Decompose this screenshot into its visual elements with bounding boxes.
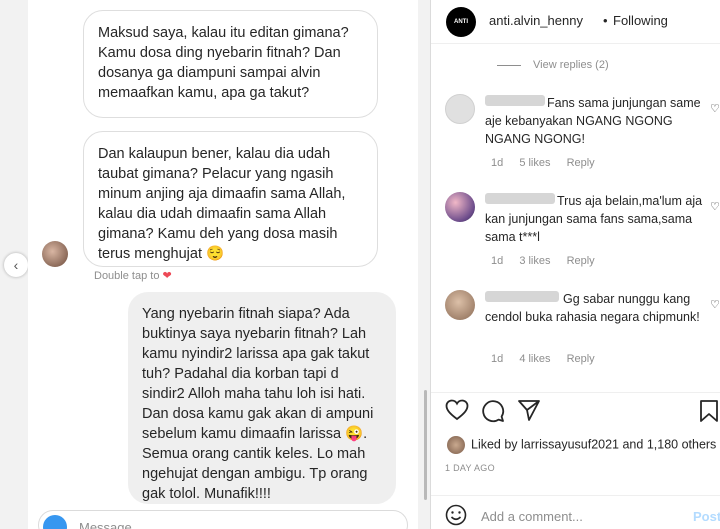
like-icon[interactable]	[445, 399, 469, 426]
comment-meta: 1d 5 likes Reply	[491, 157, 608, 169]
comment-text: Gg sabar nunggu kang cendol buka rahasia…	[485, 292, 700, 324]
emoji-icon[interactable]	[445, 504, 467, 529]
sender-avatar	[42, 241, 68, 267]
comment-meta: 1d 3 likes Reply	[491, 255, 608, 267]
reply-button[interactable]: Reply	[567, 255, 595, 267]
view-replies-link[interactable]: View replies (2)	[497, 59, 609, 71]
comment-age: 1d	[491, 255, 504, 267]
reply-button[interactable]: Reply	[567, 353, 595, 365]
comment-icon[interactable]	[481, 399, 505, 428]
account-username[interactable]: anti.alvin_henny	[489, 13, 583, 28]
share-icon[interactable]	[517, 399, 541, 426]
chat-thread: Maksud saya, kalau itu editan gimana? Ka…	[28, 0, 427, 529]
comment-text: Fans sama junjungan same aje kebanyakan …	[485, 96, 701, 146]
liked-by-user[interactable]: larrissayusuf2021	[521, 437, 619, 451]
received-message-2: Dan kalaupun bener, kalau dia udah tauba…	[83, 131, 378, 267]
received-message-1: Maksud saya, kalau itu editan gimana? Ka…	[83, 10, 378, 118]
sent-message: Yang nyebarin fitnah siapa? Ada buktinya…	[128, 292, 396, 504]
liker-avatar	[447, 436, 465, 454]
commenter-avatar[interactable]	[445, 94, 475, 124]
commenter-avatar[interactable]	[445, 192, 475, 222]
account-avatar[interactable]: ANTI	[446, 7, 476, 37]
reply-button[interactable]: Reply	[567, 157, 595, 169]
camera-icon[interactable]	[43, 515, 67, 529]
commenter-avatar[interactable]	[445, 290, 475, 320]
chevron-left-icon[interactable]: ‹	[4, 253, 28, 277]
comment-likes[interactable]: 4 likes	[519, 353, 550, 365]
heart-icon[interactable]: ♡	[710, 200, 720, 213]
message-placeholder: Message...	[79, 520, 143, 529]
comment-age: 1d	[491, 353, 504, 365]
double-tap-text: Double tap to	[94, 270, 160, 282]
liked-by-and: and	[619, 437, 647, 452]
post-timestamp: 1 DAY AGO	[445, 463, 495, 473]
message-input[interactable]: Message...	[38, 510, 408, 529]
add-comment-bar: Add a comment... Post	[431, 495, 720, 529]
comment-meta: 1d 4 likes Reply	[491, 353, 608, 365]
chat-scrollbar[interactable]	[424, 390, 427, 500]
heart-icon[interactable]: ♡	[710, 298, 720, 311]
comment-likes[interactable]: 5 likes	[519, 157, 550, 169]
divider	[497, 64, 521, 66]
post-panel: ANTI anti.alvin_henny • Following View r…	[430, 0, 720, 529]
comment-text: Trus aja belain,ma'lum aja kan junjungan…	[485, 194, 703, 244]
following-button[interactable]: Following	[613, 13, 668, 28]
liked-by: Liked by larrissayusuf2021 and 1,180 oth…	[447, 436, 720, 454]
double-tap-hint: Double tap to ❤	[94, 269, 172, 282]
liked-by-others[interactable]: 1,180 others	[647, 437, 717, 451]
post-actions	[431, 392, 720, 426]
view-replies-label: View replies (2)	[533, 59, 609, 71]
heart-icon[interactable]: ♡	[710, 102, 720, 115]
comment-likes[interactable]: 3 likes	[519, 255, 550, 267]
chat-screenshot: ‹ Maksud saya, kalau itu editan gimana? …	[0, 0, 430, 529]
separator-dot: •	[603, 13, 608, 28]
heart-icon: ❤	[162, 270, 172, 282]
post-header: ANTI anti.alvin_henny • Following	[431, 0, 720, 44]
liked-by-prefix: Liked by	[471, 437, 522, 452]
comment-age: 1d	[491, 157, 504, 169]
bookmark-icon[interactable]	[699, 399, 719, 428]
post-button[interactable]: Post	[693, 509, 720, 524]
add-comment-input[interactable]: Add a comment...	[481, 509, 583, 524]
